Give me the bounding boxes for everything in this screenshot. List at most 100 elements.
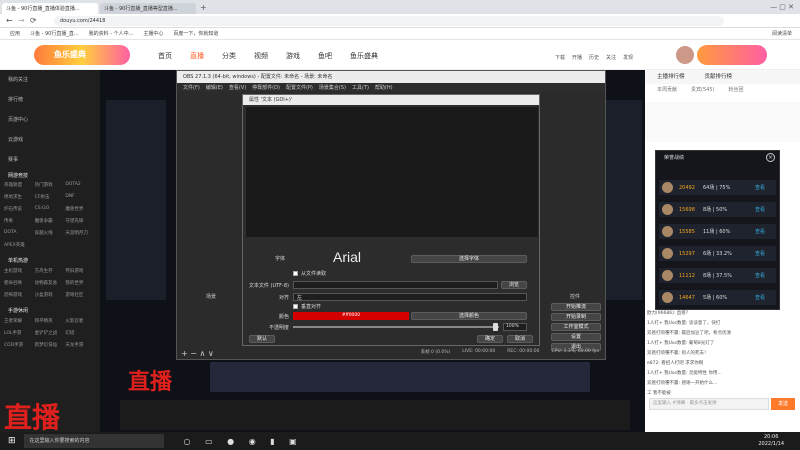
- game-link[interactable]: 热门游戏: [35, 182, 66, 188]
- nav-live[interactable]: 直播: [190, 51, 204, 61]
- windows-icon[interactable]: ⊞: [8, 436, 16, 446]
- sidebar-item-cloudgame[interactable]: 云游戏: [0, 130, 100, 150]
- taskbar-search[interactable]: 在这里输入你要搜索的内容: [23, 434, 164, 448]
- game-link[interactable]: 英雄联盟: [4, 182, 35, 188]
- tab-vip[interactable]: 贵宾(545): [691, 84, 714, 96]
- rank-view-button[interactable]: 查看: [755, 294, 765, 301]
- game-link[interactable]: 恐怖游戏: [4, 292, 35, 298]
- reload-icon[interactable]: ⟳: [30, 16, 37, 25]
- browser-tab[interactable]: 斗鱼 - 90行直播_直播等型直播...: [100, 3, 196, 14]
- game-link[interactable]: LOL手游: [4, 330, 35, 336]
- menu-tools[interactable]: 工具(T): [352, 84, 369, 91]
- game-link[interactable]: 天龙手游: [65, 342, 96, 348]
- game-link[interactable]: 金铲铲之战: [35, 330, 66, 336]
- tab-host-rank[interactable]: 主播排行榜: [657, 70, 685, 84]
- select-color-button[interactable]: 选择颜色: [411, 312, 527, 320]
- nav-yuba[interactable]: 鱼吧: [318, 51, 332, 61]
- cancel-button[interactable]: 取消: [507, 335, 533, 343]
- bookmark[interactable]: 我的资料 - 个人中...: [89, 30, 134, 37]
- align-select[interactable]: 左: [293, 293, 527, 301]
- banner-right[interactable]: [697, 45, 767, 65]
- tab-contrib-rank[interactable]: 贡献排行榜: [705, 70, 733, 84]
- opacity-input[interactable]: 100%: [503, 323, 527, 331]
- rank-view-button[interactable]: 查看: [755, 206, 765, 213]
- tab-week[interactable]: 本周贡献: [657, 84, 677, 96]
- defaults-button[interactable]: 默认: [249, 335, 275, 343]
- game-link[interactable]: APEX英雄: [4, 242, 35, 248]
- browse-button[interactable]: 浏览: [501, 281, 527, 289]
- window-controls[interactable]: — ▢ ✕: [770, 3, 794, 11]
- game-link[interactable]: 沙盒游戏: [35, 292, 66, 298]
- chat-input[interactable]: 这里输入 #弹幕 · 最多点击发弹: [649, 398, 769, 410]
- sidebar-item-following[interactable]: 我的关注: [0, 70, 100, 90]
- send-button[interactable]: 发送: [771, 398, 795, 410]
- nav-category[interactable]: 分类: [222, 51, 236, 61]
- game-link[interactable]: 使命召唤: [4, 280, 35, 286]
- start-stream-button[interactable]: 开始推流: [551, 303, 601, 311]
- nav-game[interactable]: 游戏: [286, 51, 300, 61]
- game-link[interactable]: 穿越火线: [35, 230, 66, 236]
- vertical-checkbox[interactable]: [293, 304, 298, 309]
- game-link[interactable]: 守望先锋: [65, 218, 96, 224]
- menu-profile[interactable]: 配置文件(P): [286, 84, 313, 91]
- reading-list[interactable]: 阅读清单: [772, 30, 792, 37]
- history-icon[interactable]: 历史: [589, 54, 599, 61]
- close-icon[interactable]: ×: [766, 153, 775, 162]
- sidebar-item-esports[interactable]: 赛事: [0, 150, 100, 170]
- game-link[interactable]: 绝地求生: [4, 194, 35, 200]
- download-icon[interactable]: 下载: [555, 54, 565, 61]
- opacity-slider-handle[interactable]: [493, 323, 498, 331]
- game-link[interactable]: 炉石传说: [4, 206, 35, 212]
- select-font-button[interactable]: 选择字体: [411, 255, 527, 263]
- game-link[interactable]: 新梦幻诛仙: [35, 342, 66, 348]
- bookmark[interactable]: 百度一下，你就知道: [173, 30, 218, 37]
- game-link[interactable]: 方舟生存: [35, 268, 66, 274]
- ok-button[interactable]: 确定: [477, 335, 503, 343]
- follow-icon[interactable]: 关注: [606, 54, 616, 61]
- game-link[interactable]: 传奇: [4, 218, 35, 224]
- back-icon[interactable]: ←: [6, 16, 13, 25]
- game-link[interactable]: 动物森友会: [35, 280, 66, 286]
- game-link[interactable]: DOTA: [4, 230, 35, 236]
- menu-scenes[interactable]: 场景集合(S): [319, 84, 346, 91]
- settings-button[interactable]: 设置: [551, 333, 601, 341]
- url-input[interactable]: douyu.com/24418: [54, 15, 724, 26]
- game-link[interactable]: DOTA2: [65, 182, 96, 188]
- text-file-input[interactable]: [293, 281, 498, 289]
- game-link[interactable]: 和平精英: [35, 318, 66, 324]
- logo[interactable]: 鱼乐盛典: [34, 45, 130, 65]
- game-link[interactable]: 游戏社区: [65, 292, 96, 298]
- browser-tab[interactable]: 斗鱼 - 90行直播_直播体验直播...: [2, 3, 98, 14]
- rank-view-button[interactable]: 查看: [755, 250, 765, 257]
- forward-icon[interactable]: →: [18, 16, 25, 25]
- nav-home[interactable]: 首页: [158, 51, 172, 61]
- game-link[interactable]: 我的世界: [65, 280, 96, 286]
- game-link[interactable]: CS:GO: [35, 206, 66, 212]
- game-link[interactable]: 魔兽争霸: [35, 218, 66, 224]
- game-link[interactable]: 王者荣耀: [4, 318, 35, 324]
- game-link[interactable]: 魔兽世界: [65, 206, 96, 212]
- new-tab-icon[interactable]: +: [200, 3, 207, 12]
- start-record-button[interactable]: 开始录制: [551, 313, 601, 321]
- discover-icon[interactable]: 发现: [623, 54, 633, 61]
- bookmark[interactable]: 斗鱼 - 90行直播_直...: [30, 30, 79, 37]
- taskbar-apps[interactable]: ○ ▭ ● ◉ ▮ ▣: [184, 437, 303, 446]
- tab-fans[interactable]: 粉丝团: [728, 84, 743, 96]
- game-link[interactable]: 主机游戏: [4, 268, 35, 274]
- rank-view-button[interactable]: 查看: [755, 184, 765, 191]
- studio-mode-button[interactable]: 工作室模式: [551, 323, 601, 331]
- bookmark[interactable]: 应用: [10, 30, 20, 37]
- avatar[interactable]: [676, 46, 694, 64]
- opacity-slider[interactable]: [293, 326, 499, 328]
- read-from-file-checkbox[interactable]: [293, 271, 298, 276]
- nav-festival[interactable]: 鱼乐盛典: [350, 51, 378, 61]
- broadcast-icon[interactable]: 开播: [572, 54, 582, 61]
- menu-file[interactable]: 文件(F): [183, 84, 200, 91]
- game-link[interactable]: COD手游: [4, 342, 35, 348]
- sidebar-item-ranking[interactable]: 排行榜: [0, 90, 100, 110]
- bookmark[interactable]: 主播中心: [143, 30, 163, 37]
- sidebar-item-pagegame[interactable]: 页游中心: [0, 110, 100, 130]
- game-link[interactable]: 怀旧游戏: [65, 268, 96, 274]
- game-link[interactable]: 幻塔: [65, 330, 96, 336]
- menu-help[interactable]: 帮助(H): [375, 84, 393, 91]
